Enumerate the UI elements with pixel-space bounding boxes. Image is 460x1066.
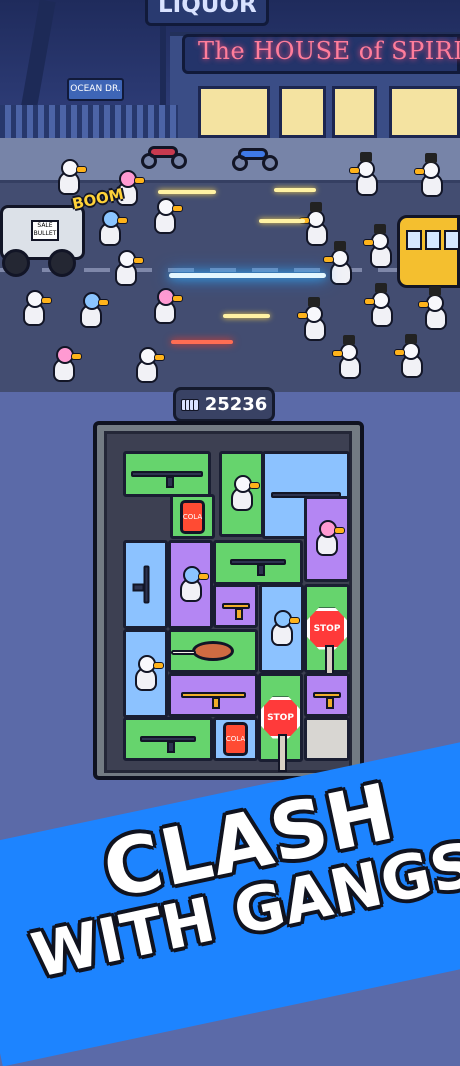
inventory-slot-sniper-rifle[interactable]	[123, 451, 211, 497]
inventory-slot-pistol[interactable]	[213, 584, 258, 628]
bus-window	[444, 230, 460, 250]
gang-pigeon	[364, 291, 397, 329]
duck-icon	[312, 520, 345, 558]
stop-sign-pole	[278, 734, 287, 772]
inventory-slot-plasma-rifle[interactable]	[123, 540, 168, 629]
meat-club-icon	[171, 641, 234, 661]
duck-fighter	[132, 347, 165, 385]
duck-fighter	[150, 198, 183, 236]
assault-rifle-icon	[140, 733, 196, 753]
inventory-slot-pistol[interactable]	[304, 673, 350, 717]
duck-icon	[176, 565, 209, 604]
liquor-sign-text: LIQUOR	[158, 0, 257, 18]
inventory-slot-gold-rifle[interactable]	[168, 673, 258, 717]
cola-icon: COLA	[223, 722, 248, 756]
duck-fighter	[111, 250, 144, 288]
inventory-slot-stop-sign[interactable]: STOP	[258, 673, 303, 772]
pistol-icon	[313, 689, 341, 709]
gang-pigeon	[418, 294, 451, 332]
resource-score: 25236	[204, 394, 268, 415]
assault-rifle-icon	[230, 556, 286, 576]
inventory-grid: COLA STOP STOP COLA	[104, 431, 352, 773]
truck-sale-panel: SALE BULLET	[31, 220, 59, 241]
fist-icon	[180, 396, 199, 413]
resource-counter: 25236	[173, 387, 275, 422]
gang-pigeon	[414, 161, 447, 199]
school-bus	[397, 215, 460, 288]
gang-pigeon	[323, 249, 356, 287]
duck-fighter	[76, 292, 109, 330]
store-window	[389, 86, 460, 138]
gang-pigeon	[394, 342, 427, 380]
inventory-board: COLA STOP STOP COLA	[93, 421, 364, 780]
gang-pigeon	[332, 343, 365, 381]
store-window	[198, 86, 270, 138]
sniper-rifle-icon	[131, 468, 203, 488]
inventory-slot-duck[interactable]	[123, 629, 168, 718]
duck-fighter	[95, 210, 128, 248]
stop-sign-icon: STOP	[307, 607, 347, 650]
inventory-slot-assault-rifle[interactable]	[123, 717, 213, 761]
duck-fighter	[49, 346, 82, 384]
bullet-trail	[223, 314, 270, 318]
duck-fighter	[54, 159, 87, 197]
rocket-trail	[171, 340, 233, 344]
plasma-rifle-icon	[139, 566, 152, 604]
blue-motorcycle	[226, 141, 280, 171]
store-sign-text: The HOUSE of SPIRIT	[198, 37, 460, 65]
inventory-slot-empty[interactable]	[304, 717, 350, 761]
duck-icon	[131, 654, 164, 693]
pistol-icon	[221, 600, 250, 620]
gang-pigeon	[349, 160, 382, 198]
gang-pigeon	[299, 210, 332, 248]
inventory-slot-stop-sign[interactable]: STOP	[304, 584, 350, 683]
inventory-slot-duck[interactable]	[219, 451, 264, 537]
duck-icon	[227, 475, 260, 513]
bus-window	[425, 230, 441, 250]
truck-wheel	[2, 249, 30, 277]
duck-fighter	[19, 290, 52, 328]
blue-laser-beam	[169, 273, 326, 278]
fence	[0, 105, 178, 138]
gang-pigeon	[363, 232, 396, 270]
inventory-slot-cola[interactable]: COLA	[170, 494, 215, 539]
bullet-trail	[274, 188, 316, 192]
inventory-slot-duck[interactable]	[259, 584, 304, 673]
inventory-slot-duck[interactable]	[168, 540, 213, 629]
gold-rifle-icon	[180, 689, 246, 709]
duck-icon	[267, 609, 300, 648]
gang-pigeon	[297, 305, 330, 343]
inventory-slot-assault-rifle[interactable]	[213, 540, 303, 585]
bullet-trail	[259, 219, 305, 223]
inventory-slot-meat-club[interactable]	[168, 629, 258, 673]
inventory-slot-cola[interactable]: COLA	[213, 717, 258, 761]
store-door	[332, 86, 377, 138]
bullet-trail	[158, 190, 216, 194]
store-window	[279, 86, 326, 138]
cola-icon: COLA	[180, 499, 205, 534]
street-sign: OCEAN DR.	[67, 78, 124, 101]
stop-sign-icon: STOP	[261, 696, 300, 739]
duck-fighter	[150, 288, 183, 326]
inventory-slot-duck[interactable]	[304, 496, 350, 582]
bus-window	[406, 230, 422, 250]
truck-wheel	[48, 249, 76, 277]
red-motorcycle	[136, 139, 190, 169]
